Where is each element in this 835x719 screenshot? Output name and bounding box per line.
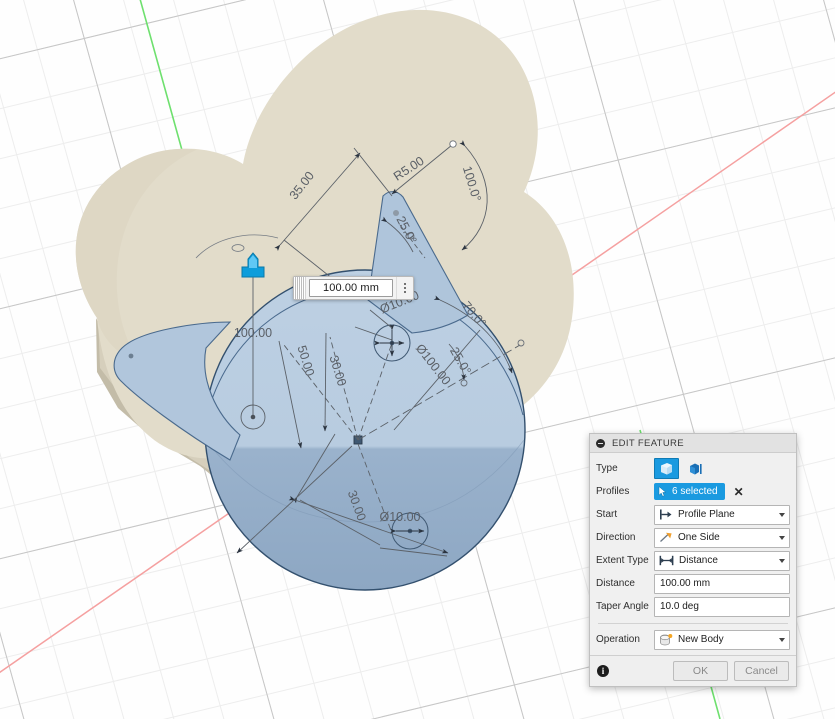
cad-viewport[interactable]: 35.00 R5.00 100.0° 25.0° 100.00 50.00 30.00 Ø10… (0, 0, 835, 719)
extrude-arrow-handle[interactable] (241, 252, 265, 278)
kebab-menu-icon[interactable] (396, 277, 413, 299)
extent-type-dropdown[interactable]: Distance (654, 550, 790, 571)
label-start: Start (596, 509, 618, 520)
profiles-chip-text: 6 selected (672, 486, 718, 497)
row-distance: Distance 100.00 mm (596, 572, 790, 595)
operation-value: New Body (678, 634, 724, 645)
operation-dropdown[interactable]: New Body (654, 629, 790, 650)
row-type: Type (596, 457, 790, 480)
new-body-icon (660, 633, 673, 645)
one-side-arrow-icon (660, 532, 672, 542)
extrude-distance-input[interactable]: 100.00 mm (309, 279, 393, 297)
row-extent-type: Extent Type Distance (596, 549, 790, 572)
extent-type-value: Distance (679, 555, 718, 566)
edit-feature-dialog[interactable]: EDIT FEATURE Type Profiles 6 selected ✕ … (589, 433, 797, 687)
profile-plane-icon (660, 509, 672, 520)
label-distance: Distance (596, 578, 635, 589)
row-profiles: Profiles 6 selected ✕ (596, 480, 790, 503)
collapse-icon[interactable] (596, 438, 605, 448)
dialog-title: EDIT FEATURE (612, 437, 684, 449)
chevron-down-icon[interactable] (779, 512, 785, 517)
extrude-taper-icon[interactable] (683, 458, 708, 479)
clear-selection-icon[interactable]: ✕ (734, 486, 744, 498)
label-type: Type (596, 463, 618, 474)
ok-button[interactable]: OK (673, 661, 728, 681)
profiles-selection-chip[interactable]: 6 selected (654, 483, 725, 500)
row-operation: Operation New Body (596, 628, 790, 651)
dialog-body: Type Profiles 6 selected ✕ Start Profile… (590, 453, 796, 655)
dialog-footer: i OK Cancel (590, 655, 796, 686)
taper-angle-input[interactable]: 10.0 deg (654, 596, 790, 617)
row-start: Start Profile Plane (596, 503, 790, 526)
direction-dropdown[interactable]: One Side (654, 527, 790, 548)
chevron-down-icon[interactable] (779, 637, 785, 642)
label-direction: Direction (596, 532, 636, 543)
extrude-profile-icon[interactable] (654, 458, 679, 479)
label-profiles: Profiles (596, 486, 630, 497)
row-direction: Direction One Side (596, 526, 790, 549)
row-taper-angle: Taper Angle 10.0 deg (596, 595, 790, 618)
cursor-arrow-icon (658, 486, 667, 497)
label-taper-angle: Taper Angle (596, 601, 649, 612)
start-dropdown[interactable]: Profile Plane (654, 504, 790, 525)
chevron-down-icon[interactable] (779, 558, 785, 563)
distance-input[interactable]: 100.00 mm (654, 573, 790, 594)
distance-arrow-icon (659, 555, 674, 566)
drag-grip-icon[interactable] (294, 277, 306, 299)
dialog-divider (598, 623, 788, 624)
dialog-titlebar[interactable]: EDIT FEATURE (590, 434, 796, 453)
floating-value-input[interactable]: 100.00 mm (293, 276, 414, 300)
label-extent-type: Extent Type (596, 555, 649, 566)
direction-value: One Side (678, 532, 720, 543)
label-operation: Operation (596, 634, 640, 645)
info-icon[interactable]: i (597, 665, 609, 677)
start-value: Profile Plane (678, 509, 735, 520)
chevron-down-icon[interactable] (779, 535, 785, 540)
cancel-button[interactable]: Cancel (734, 661, 789, 681)
